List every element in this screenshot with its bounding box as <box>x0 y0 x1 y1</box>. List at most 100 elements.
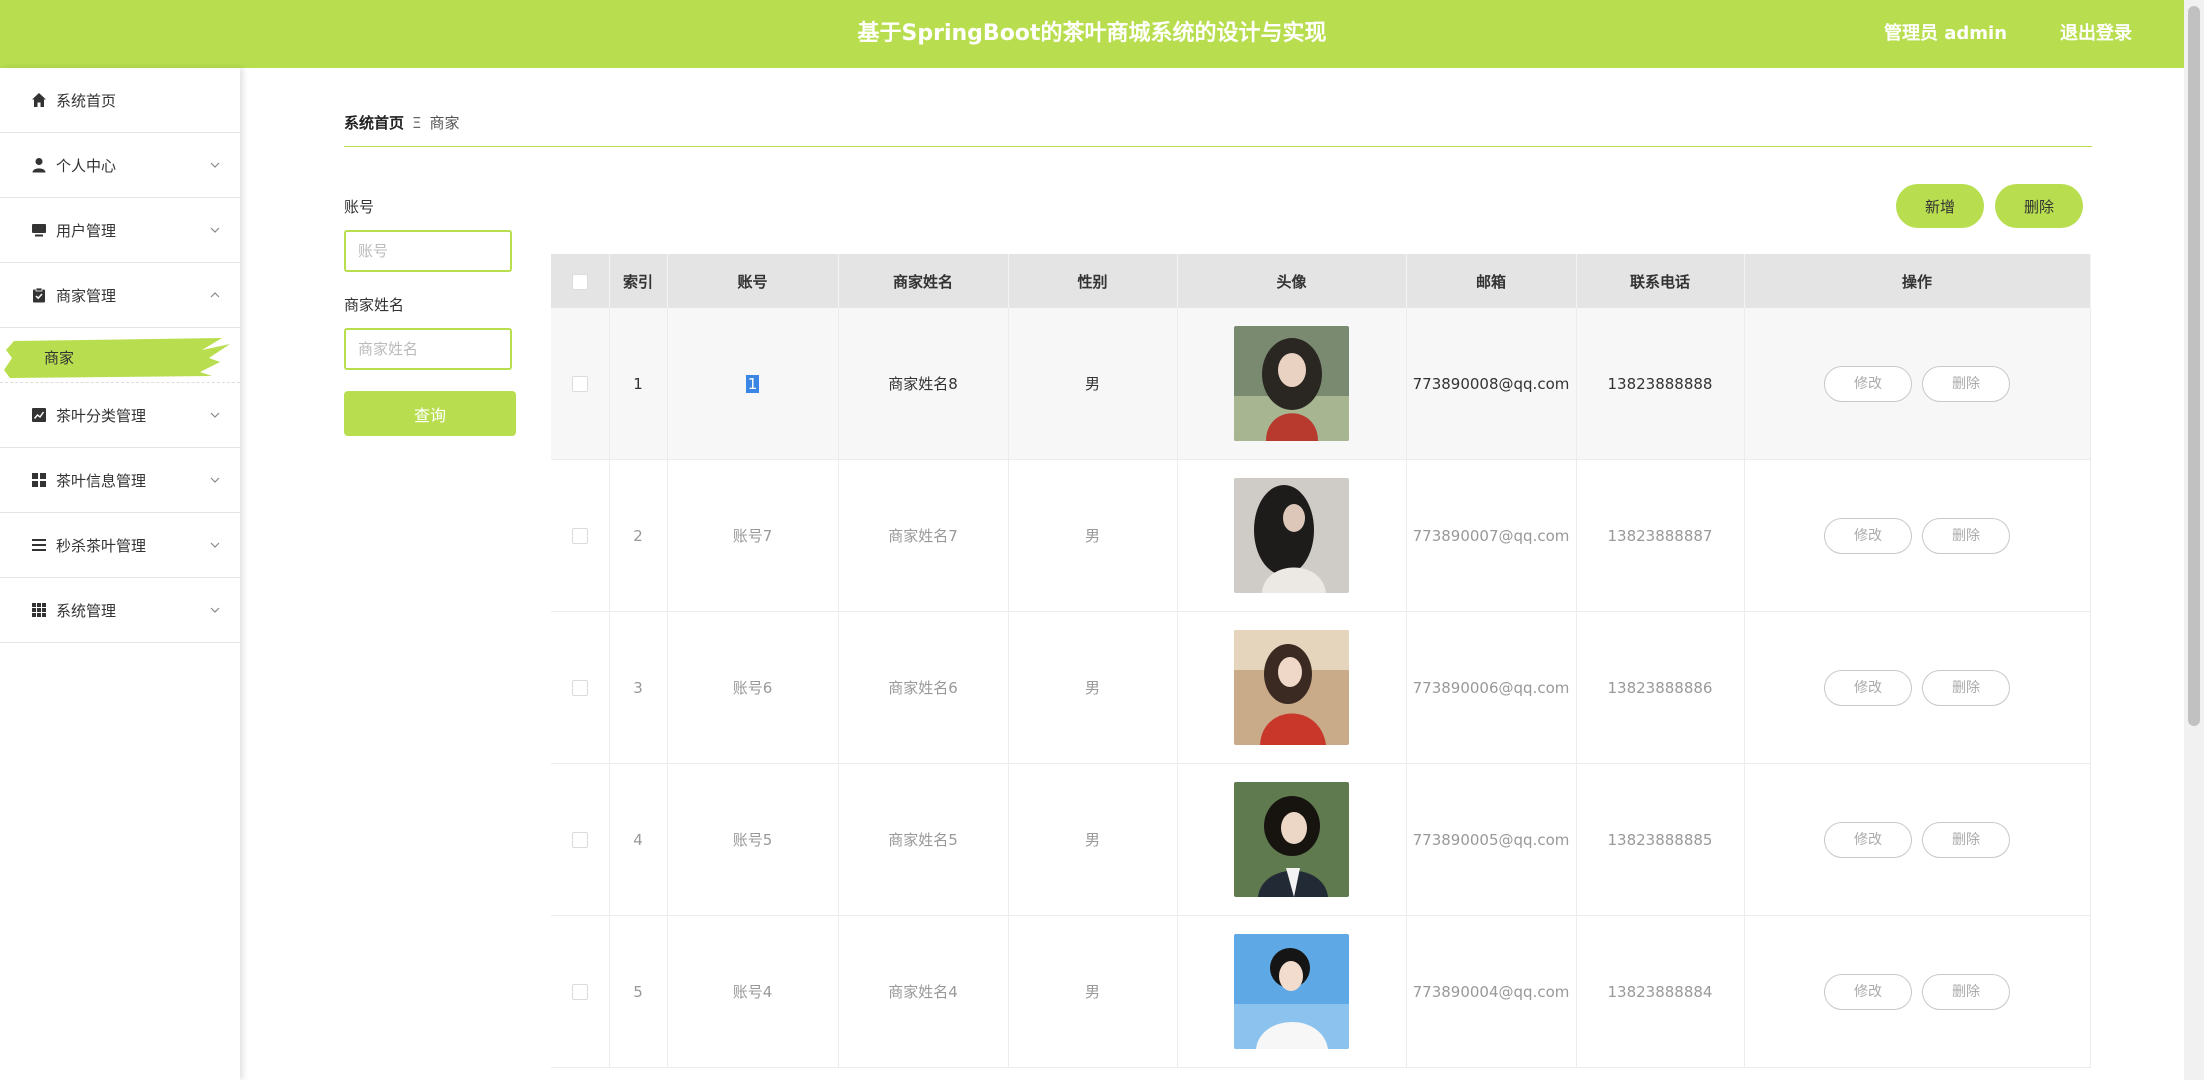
row-checkbox[interactable] <box>571 528 588 544</box>
column-header-phone: 联系电话 <box>1576 254 1745 308</box>
breadcrumb: 系统首页 Ξ 商家 <box>344 112 460 133</box>
row-checkbox[interactable] <box>571 832 588 848</box>
cell-index: 4 <box>609 763 668 916</box>
clipboard-icon <box>30 286 48 304</box>
cell-phone: 13823888887 <box>1576 459 1745 612</box>
sidebar-item-flash-sale[interactable]: 秒杀茶叶管理 <box>0 513 240 578</box>
delete-button[interactable]: 删除 <box>1922 669 2010 706</box>
edit-button[interactable]: 修改 <box>1824 365 1912 402</box>
cell-email: 773890008@qq.com <box>1406 308 1577 460</box>
column-header-email: 邮箱 <box>1406 254 1577 308</box>
sidebar-subitem-merchant[interactable]: 商家 <box>4 338 230 378</box>
cell-phone: 13823888888 <box>1576 308 1745 460</box>
table-row: 4 账号5 商家姓名5 男 773890005@qq.com 138238888… <box>551 763 2091 916</box>
cell-email: 773890007@qq.com <box>1406 459 1577 612</box>
delete-button[interactable]: 删除 <box>1922 821 2010 858</box>
breadcrumb-current: 商家 <box>429 114 460 132</box>
table-row: 3 账号6 商家姓名6 男 773890006@qq.com 138238888… <box>551 611 2091 764</box>
app-title: 基于SpringBoot的茶叶商城系统的设计与实现 <box>857 21 1327 46</box>
cell-actions: 修改 删除 <box>1744 611 2091 764</box>
edit-button[interactable]: 修改 <box>1824 517 1912 554</box>
sidebar-item-merchant-management[interactable]: 商家管理 <box>0 263 240 328</box>
cell-account: 账号5 <box>667 763 839 916</box>
chevron-down-icon <box>210 412 220 418</box>
column-header-gender: 性别 <box>1008 254 1178 308</box>
scrollbar-thumb[interactable] <box>2188 6 2200 726</box>
chart-icon <box>30 406 48 424</box>
avatar[interactable] <box>1234 478 1349 593</box>
cell-actions: 修改 删除 <box>1744 308 2091 460</box>
logout-link[interactable]: 退出登录 <box>2060 0 2132 68</box>
column-header-merchant-name: 商家姓名 <box>838 254 1009 308</box>
account-filter-label: 账号 <box>344 198 375 216</box>
cell-index: 2 <box>609 459 668 612</box>
delete-button[interactable]: 删除 <box>1922 973 2010 1010</box>
grid-icon <box>30 471 48 489</box>
cell-actions: 修改 删除 <box>1744 459 2091 612</box>
row-select-cell <box>551 763 610 916</box>
merchant-name-search-input[interactable] <box>344 328 512 370</box>
edit-button[interactable]: 修改 <box>1824 669 1912 706</box>
apps-icon <box>30 601 48 619</box>
cell-account: 账号4 <box>667 915 839 1068</box>
cell-phone: 13823888886 <box>1576 611 1745 764</box>
avatar[interactable] <box>1234 782 1349 897</box>
delete-button[interactable]: 删除 <box>1922 517 2010 554</box>
select-all-checkbox[interactable] <box>571 273 588 290</box>
cell-email: 773890005@qq.com <box>1406 763 1577 916</box>
cell-merchant-name: 商家姓名7 <box>838 459 1009 612</box>
add-button[interactable]: 新增 <box>1896 184 1984 228</box>
breadcrumb-divider <box>344 146 2092 147</box>
sidebar-item-label: 个人中心 <box>56 156 117 175</box>
cell-account: 账号6 <box>667 611 839 764</box>
chevron-down-icon <box>210 162 220 168</box>
chevron-down-icon <box>210 227 220 233</box>
sidebar-item-label: 系统首页 <box>56 91 117 110</box>
sidebar-item-user-management[interactable]: 用户管理 <box>0 198 240 263</box>
cell-email: 773890004@qq.com <box>1406 915 1577 1068</box>
sidebar-item-system-management[interactable]: 系统管理 <box>0 578 240 643</box>
avatar[interactable] <box>1234 630 1349 745</box>
row-checkbox[interactable] <box>571 984 588 1000</box>
sidebar-item-personal-center[interactable]: 个人中心 <box>0 133 240 198</box>
avatar[interactable] <box>1234 934 1349 1049</box>
account-search-input[interactable] <box>344 230 512 272</box>
breadcrumb-home[interactable]: 系统首页 <box>344 114 404 132</box>
cell-merchant-name: 商家姓名6 <box>838 611 1009 764</box>
table-row: 2 账号7 商家姓名7 男 773890007@qq.com 138238888… <box>551 459 2091 612</box>
sidebar-item-label: 系统管理 <box>56 601 117 620</box>
select-all-header[interactable] <box>551 254 610 308</box>
cell-index: 1 <box>609 308 668 460</box>
sidebar-item-home[interactable]: 系统首页 <box>0 68 240 133</box>
admin-user-label: 管理员 admin <box>1884 23 2008 44</box>
user-icon <box>30 156 48 174</box>
cell-email: 773890006@qq.com <box>1406 611 1577 764</box>
cell-gender: 男 <box>1008 459 1178 612</box>
row-select-cell <box>551 459 610 612</box>
column-header-index: 索引 <box>609 254 668 308</box>
row-checkbox[interactable] <box>571 680 588 696</box>
chevron-up-icon <box>210 292 220 298</box>
sidebar-item-tea-category[interactable]: 茶叶分类管理 <box>0 383 240 448</box>
cell-avatar <box>1177 459 1407 612</box>
cell-avatar <box>1177 915 1407 1068</box>
cell-account: 账号7 <box>667 459 839 612</box>
column-header-avatar: 头像 <box>1177 254 1407 308</box>
sidebar-item-label: 用户管理 <box>56 221 117 240</box>
table-header-row: 索引 账号 商家姓名 性别 头像 邮箱 联系电话 操作 <box>551 254 2091 308</box>
delete-button[interactable]: 删除 <box>1922 365 2010 402</box>
edit-button[interactable]: 修改 <box>1824 821 1912 858</box>
cell-avatar <box>1177 308 1407 460</box>
top-header: 基于SpringBoot的茶叶商城系统的设计与实现 管理员 admin 退出登录 <box>0 0 2184 68</box>
cell-index: 3 <box>609 611 668 764</box>
row-checkbox[interactable] <box>571 376 588 392</box>
list-icon <box>30 536 48 554</box>
batch-delete-button[interactable]: 删除 <box>1995 184 2083 228</box>
table-row: 1 1 商家姓名8 男 773890008@qq.com 13823888888… <box>551 308 2091 460</box>
sidebar-item-label: 秒杀茶叶管理 <box>56 536 147 555</box>
edit-button[interactable]: 修改 <box>1824 973 1912 1010</box>
avatar[interactable] <box>1234 326 1349 441</box>
sidebar-item-tea-info[interactable]: 茶叶信息管理 <box>0 448 240 513</box>
vertical-scrollbar[interactable] <box>2184 0 2204 1080</box>
search-button[interactable]: 查询 <box>344 391 516 436</box>
